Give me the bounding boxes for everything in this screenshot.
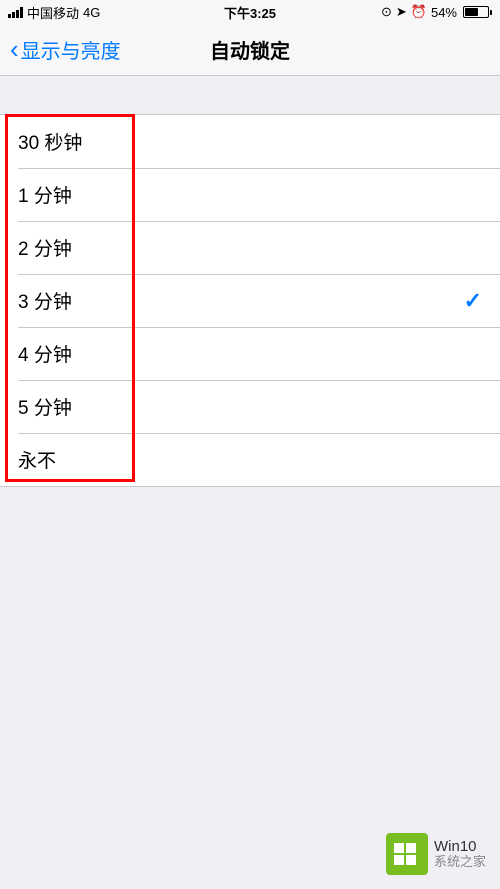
option-label: 3 分钟 (18, 287, 72, 314)
option-label: 1 分钟 (18, 181, 72, 208)
option-label: 30 秒钟 (18, 128, 82, 155)
carrier-label: 中国移动 (27, 3, 79, 22)
back-label: 显示与亮度 (21, 35, 121, 64)
battery-icon (461, 6, 492, 18)
watermark-logo-icon (386, 833, 428, 875)
status-time: 下午3:25 (224, 3, 276, 22)
option-never[interactable]: 永不 (0, 433, 500, 486)
watermark-line1: Win10 (434, 839, 486, 856)
option-3min[interactable]: 3 分钟 ✓ (0, 274, 500, 327)
watermark-text: Win10 系统之家 (434, 839, 486, 870)
network-label: 4G (83, 5, 100, 20)
status-left: 中国移动 4G (8, 3, 100, 22)
option-5min[interactable]: 5 分钟 (0, 380, 500, 433)
watermark: Win10 系统之家 (386, 833, 486, 875)
option-30s[interactable]: 30 秒钟 (0, 115, 500, 168)
status-bar: 中国移动 4G 下午3:25 ⊙ ➤ ⏰ 54% (0, 0, 500, 24)
option-label: 4 分钟 (18, 340, 72, 367)
watermark-line2: 系统之家 (434, 855, 486, 869)
location-icon: ➤ (396, 4, 407, 20)
nav-bar: ‹ 显示与亮度 自动锁定 (0, 24, 500, 76)
section-gap (0, 76, 500, 114)
option-label: 永不 (18, 446, 56, 473)
status-right: ⊙ ➤ ⏰ 54% (381, 4, 492, 20)
signal-icon (8, 7, 23, 18)
option-4min[interactable]: 4 分钟 (0, 327, 500, 380)
orientation-lock-icon: ⊙ (381, 4, 392, 20)
chevron-left-icon: ‹ (10, 34, 19, 65)
checkmark-icon: ✓ (464, 288, 482, 314)
option-label: 2 分钟 (18, 234, 72, 261)
option-2min[interactable]: 2 分钟 (0, 221, 500, 274)
options-list: 30 秒钟 1 分钟 2 分钟 3 分钟 ✓ 4 分钟 5 分钟 永不 (0, 114, 500, 487)
battery-pct: 54% (431, 5, 457, 20)
alarm-icon: ⏰ (411, 4, 427, 20)
option-label: 5 分钟 (18, 393, 72, 420)
back-button[interactable]: ‹ 显示与亮度 (10, 34, 121, 65)
page-title: 自动锁定 (210, 35, 290, 64)
option-1min[interactable]: 1 分钟 (0, 168, 500, 221)
